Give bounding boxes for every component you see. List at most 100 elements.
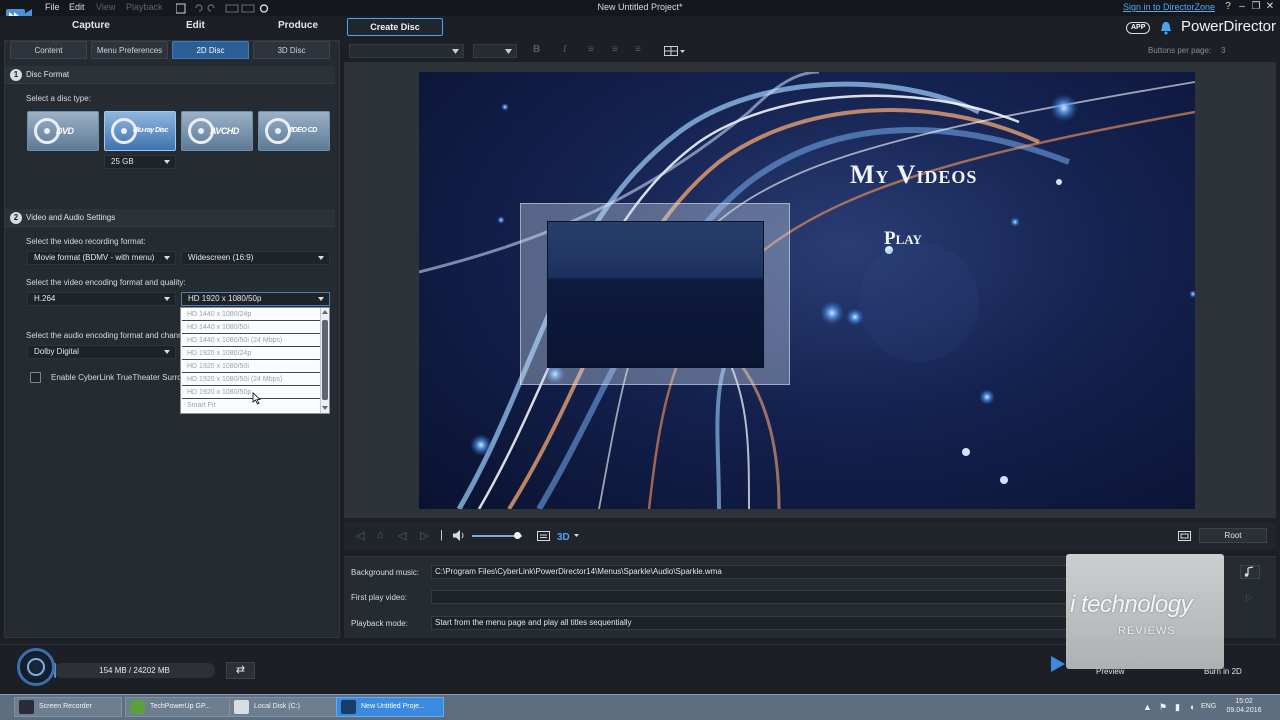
layout-grid-icon[interactable]: [664, 45, 686, 57]
subtab-content[interactable]: Content: [10, 41, 87, 59]
svg-text:3D: 3D: [557, 532, 570, 542]
subtab-menu-preferences[interactable]: Menu Preferences: [91, 41, 168, 59]
quality-option[interactable]: Smart Fit: [182, 400, 320, 412]
3d-mode-icon[interactable]: 3D: [557, 530, 581, 542]
scrollbar-thumb[interactable]: [322, 320, 328, 400]
disc-type-label-vcd: VIDEO CD: [287, 127, 317, 134]
chevron-down-icon: [164, 256, 170, 260]
notification-bell-icon[interactable]: [1160, 21, 1172, 35]
disc-format-header[interactable]: 1 Disc Format: [5, 66, 335, 84]
tab-capture[interactable]: Capture: [72, 20, 110, 31]
recording-format-value: Movie format (BDMV - with menu): [34, 253, 155, 262]
gpu-z-icon: [130, 700, 145, 714]
chevron-down-icon: [505, 49, 512, 54]
audio-format-label: Select the audio encoding format and cha…: [26, 331, 183, 340]
quality-select[interactable]: HD 1920 x 1080/50p: [181, 292, 330, 306]
chevron-down-icon: [164, 160, 170, 164]
minimize-icon[interactable]: –: [1236, 1, 1248, 12]
music-settings-icon[interactable]: [1240, 565, 1260, 579]
tray-flag-icon[interactable]: ⚑: [1159, 702, 1167, 713]
disc-type-dvd-button[interactable]: DVD: [27, 111, 99, 151]
chevron-down-icon: [318, 297, 324, 301]
safe-zone-icon[interactable]: [1178, 531, 1191, 541]
quality-option[interactable]: HD 1440 x 1080/24p: [182, 309, 320, 321]
taskbar-item-powerdirector[interactable]: New Untitled Proje...: [336, 697, 444, 717]
tray-arrow-icon[interactable]: ▲: [1143, 702, 1152, 712]
watermark-subtitle: REVIEWS: [1118, 625, 1176, 637]
restore-icon[interactable]: ❐: [1250, 1, 1262, 12]
subtab-2d-disc[interactable]: 2D Disc: [172, 41, 249, 59]
align-center-icon[interactable]: ≡: [612, 44, 618, 55]
home-icon[interactable]: ⌂: [377, 529, 384, 541]
scroll-up-icon[interactable]: [322, 310, 328, 314]
scroll-down-icon[interactable]: [322, 406, 328, 410]
taskbar-clock[interactable]: 15:02 09.04.2016: [1226, 697, 1262, 715]
truetheater-checkbox[interactable]: [30, 372, 41, 383]
disc-type-bluray-button[interactable]: Blu-ray Disc: [104, 111, 176, 151]
swap-icon[interactable]: ⇄: [226, 662, 255, 679]
chevron-down-icon: [318, 256, 324, 260]
quality-option[interactable]: HD 1920 x 1080/50p: [182, 387, 320, 399]
truetheater-label: Enable CyberLink TrueTheater Surrou: [51, 373, 187, 382]
tray-volume-icon[interactable]: ◖: [1189, 702, 1194, 712]
taskbar-item-screen-recorder[interactable]: Screen Recorder: [14, 697, 122, 717]
subtab-3d-disc[interactable]: 3D Disc: [253, 41, 330, 59]
disc-capacity-inner: [27, 658, 45, 676]
audio-format-select[interactable]: Dolby Digital: [27, 345, 176, 359]
disc-type-vcd-button[interactable]: VIDEO CD: [258, 111, 330, 151]
video-audio-header[interactable]: 2 Video and Audio Settings: [5, 209, 335, 227]
bold-icon[interactable]: B: [533, 44, 540, 55]
recording-format-select[interactable]: Movie format (BDMV - with menu): [27, 251, 176, 265]
aspect-ratio-select[interactable]: Widescreen (16:9): [181, 251, 330, 265]
root-menu-button[interactable]: Root: [1199, 528, 1267, 543]
menu-thumbnail[interactable]: [547, 221, 764, 368]
quality-option[interactable]: HD 1440 x 1080/50i: [182, 322, 320, 334]
quality-option[interactable]: HD 1440 x 1080/50i (24 Mbps): [182, 335, 320, 347]
volume-icon[interactable]: [453, 530, 466, 541]
audio-format-value: Dolby Digital: [34, 347, 79, 356]
subtitle-icon[interactable]: [537, 531, 550, 541]
menu-title-text[interactable]: My Videos: [850, 160, 977, 190]
disc-size-select[interactable]: 25 GB: [104, 155, 176, 169]
tray-language[interactable]: ENG: [1201, 703, 1216, 710]
align-left-icon[interactable]: ≡: [588, 44, 594, 55]
preview-play-icon[interactable]: [1050, 655, 1066, 673]
tray-network-icon[interactable]: ▮: [1175, 702, 1180, 713]
quality-option[interactable]: HD 1920 x 1080/50i (24 Mbps): [182, 374, 320, 386]
align-right-icon[interactable]: ≡: [635, 44, 641, 55]
dropdown-scrollbar[interactable]: [320, 308, 329, 413]
disc-type-avchd-button[interactable]: AVCHD: [181, 111, 253, 151]
menu-play-button[interactable]: Play: [884, 228, 922, 250]
tab-produce[interactable]: Produce: [278, 20, 318, 31]
disc-type-label: Select a disc type:: [26, 94, 91, 103]
back-icon[interactable]: ◁: [398, 529, 406, 542]
buttons-per-page-value[interactable]: 3: [1221, 46, 1225, 55]
divider-icon: |: [440, 529, 443, 541]
previous-icon[interactable]: ◁: [356, 529, 364, 542]
quality-option[interactable]: HD 1920 x 1080/24p: [182, 348, 320, 360]
section-number: 2: [10, 212, 22, 224]
codec-select[interactable]: H.264: [27, 292, 176, 306]
help-button[interactable]: ?: [1222, 1, 1234, 12]
taskbar-label: Screen Recorder: [39, 703, 92, 710]
clock-time: 15:02: [1235, 698, 1253, 705]
italic-icon[interactable]: I: [563, 44, 566, 55]
signin-link[interactable]: Sign in to DirectorZone: [1123, 2, 1215, 12]
tab-create-disc[interactable]: Create Disc: [347, 18, 443, 36]
buttons-per-page-label: Buttons per page:: [1148, 46, 1212, 55]
tab-edit[interactable]: Edit: [186, 20, 205, 31]
taskbar-item-local-disk[interactable]: Local Disk (C:): [229, 697, 337, 717]
quality-option[interactable]: HD 1920 x 1080/50i: [182, 361, 320, 373]
first-play-label: First play video:: [351, 593, 408, 602]
volume-slider-handle[interactable]: [514, 532, 521, 539]
font-size-select[interactable]: [473, 44, 517, 58]
chevron-down-icon: [164, 350, 170, 354]
close-icon[interactable]: ✕: [1264, 1, 1276, 12]
taskbar-item-techpowerup[interactable]: TechPowerUp GP...: [125, 697, 233, 717]
app-badge[interactable]: APP: [1126, 22, 1151, 34]
font-family-select[interactable]: [349, 44, 464, 58]
playback-mode-label: Playback mode:: [351, 619, 408, 628]
forward-icon[interactable]: ▷: [420, 529, 428, 542]
play-icon[interactable]: ▷: [1246, 592, 1253, 603]
disc-type-label-bluray: Blu-ray Disc: [133, 127, 168, 134]
